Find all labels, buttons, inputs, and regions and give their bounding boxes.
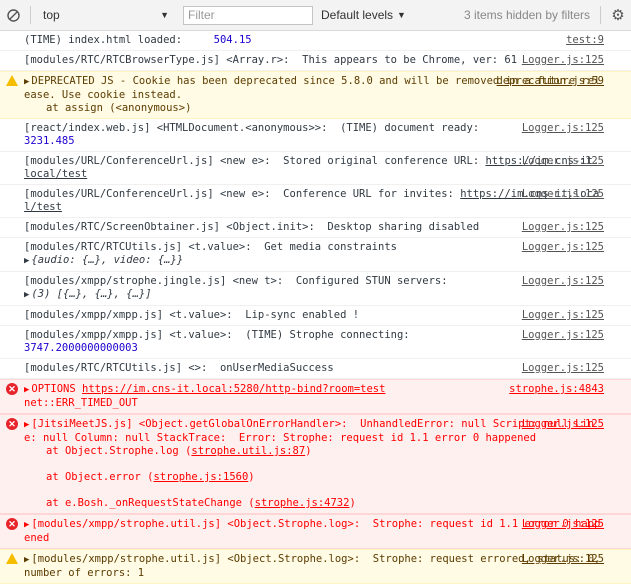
message-text: [modules/xmpp/xmpp.js] <t.value>: (TIME)… bbox=[24, 329, 410, 341]
source-link[interactable]: Logger.js:125 bbox=[522, 329, 604, 342]
levels-label: Default levels bbox=[321, 8, 394, 22]
toolbar-divider bbox=[30, 6, 31, 24]
message-text: [modules/xmpp/strophe.util.js] <Object.S… bbox=[24, 553, 607, 579]
context-label: top bbox=[43, 8, 60, 22]
console-error: ✕ ▶ [modules/xmpp/strophe.util.js] <Objec… bbox=[0, 514, 631, 549]
console-messages: (TIME) index.html loaded: 504.15 test:9 … bbox=[0, 31, 631, 584]
console-message: [modules/URL/ConferenceUrl.js] <new e>: … bbox=[0, 185, 631, 218]
source-link[interactable]: Logger.js:125 bbox=[522, 418, 604, 431]
warning-icon bbox=[6, 553, 18, 564]
source-link[interactable]: Logger.js:125 bbox=[522, 275, 604, 288]
message-text: OPTIONS bbox=[31, 383, 76, 395]
message-url[interactable]: https://im.cns-it.local:5280/http-bind?r… bbox=[82, 383, 385, 395]
message-text: [modules/RTC/RTCUtils.js] <>: onUserMedi… bbox=[24, 362, 334, 374]
message-text: (TIME) index.html loaded: bbox=[24, 34, 183, 46]
message-text: [JitsiMeetJS.js] <Object.getGlobalOnErro… bbox=[24, 418, 595, 444]
message-text: [modules/xmpp/xmpp.js] <t.value>: Lip-sy… bbox=[24, 309, 360, 321]
filter-input[interactable]: Filter bbox=[183, 5, 313, 25]
message-text: [modules/URL/ConferenceUrl.js] <new e>: … bbox=[24, 188, 454, 200]
source-link[interactable]: Logger.js:125 bbox=[522, 553, 604, 566]
stack-location-link[interactable]: strophe.js:4732 bbox=[255, 497, 350, 509]
error-icon: ✕ bbox=[6, 418, 18, 430]
expand-arrow-icon[interactable]: ▶ bbox=[24, 256, 29, 266]
hidden-items-count: 3 items hidden by filters bbox=[463, 8, 590, 22]
console-message: [modules/RTC/RTCUtils.js] <t.value>: Get… bbox=[0, 238, 631, 272]
stack-frame: at e.Bosh._onRequestStateChange (strophe… bbox=[46, 497, 356, 509]
dropdown-arrow-icon: ▼ bbox=[397, 10, 406, 20]
object-preview[interactable]: {audio: {…}, video: {…}} bbox=[31, 254, 183, 266]
source-link[interactable]: Logger.js:125 bbox=[522, 241, 604, 254]
expand-arrow-icon[interactable]: ▶ bbox=[24, 420, 29, 430]
source-link[interactable]: deprecation.js:59 bbox=[497, 75, 604, 88]
message-text: [react/index.web.js] <HTMLDocument.<anon… bbox=[24, 122, 480, 134]
object-preview[interactable]: (3) [{…}, {…}, {…}] bbox=[31, 288, 151, 300]
message-text: [modules/RTC/RTCBrowserType.js] <Array.r… bbox=[24, 54, 518, 66]
source-link[interactable]: Logger.js:125 bbox=[522, 221, 604, 234]
gear-icon[interactable]: ⚙ bbox=[605, 6, 631, 24]
warning-icon bbox=[6, 75, 18, 86]
context-selector[interactable]: top ▼ bbox=[35, 5, 175, 25]
source-link[interactable]: Logger.js:125 bbox=[522, 155, 604, 168]
console-message: [modules/RTC/ScreenObtainer.js] <Object.… bbox=[0, 218, 631, 238]
message-text: [modules/RTC/ScreenObtainer.js] <Object.… bbox=[24, 221, 480, 233]
console-message: (TIME) index.html loaded: 504.15 test:9 bbox=[0, 31, 631, 51]
source-link[interactable]: Logger.js:125 bbox=[522, 54, 604, 67]
source-link[interactable]: Logger.js:125 bbox=[522, 122, 604, 135]
clear-console-icon[interactable] bbox=[0, 8, 26, 22]
error-icon: ✕ bbox=[6, 383, 18, 395]
message-text: [modules/xmpp/strophe.jingle.js] <new t>… bbox=[24, 275, 448, 287]
source-link[interactable]: Logger.js:125 bbox=[522, 362, 604, 375]
error-icon: ✕ bbox=[6, 518, 18, 530]
message-text: [modules/URL/ConferenceUrl.js] <new e>: … bbox=[24, 155, 480, 167]
console-toolbar: top ▼ Filter Default levels ▼ 3 items hi… bbox=[0, 0, 631, 31]
console-warning: ▶ DEPRECATED JS - Cookie has been depreca… bbox=[0, 71, 631, 119]
message-text: [modules/RTC/RTCUtils.js] <t.value>: Get… bbox=[24, 241, 397, 253]
toolbar-divider bbox=[600, 6, 601, 24]
dropdown-arrow-icon: ▼ bbox=[160, 10, 169, 20]
message-stack: at assign (<anonymous>) bbox=[46, 102, 192, 114]
message-number: 3747.2000000000003 bbox=[24, 342, 138, 354]
stack-location-link[interactable]: strophe.util.js:87 bbox=[191, 445, 305, 457]
expand-arrow-icon[interactable]: ▶ bbox=[24, 520, 29, 530]
source-link[interactable]: Logger.js:125 bbox=[522, 309, 604, 322]
source-link[interactable]: Logger.js:125 bbox=[522, 518, 604, 531]
source-link[interactable]: strophe.js:4843 bbox=[509, 383, 604, 396]
console-message: [modules/xmpp/xmpp.js] <t.value>: (TIME)… bbox=[0, 326, 631, 359]
expand-arrow-icon[interactable]: ▶ bbox=[24, 555, 29, 565]
message-text: [modules/xmpp/strophe.util.js] <Object.S… bbox=[24, 518, 601, 544]
console-message: [modules/RTC/RTCUtils.js] <>: onUserMedi… bbox=[0, 359, 631, 379]
console-message: [modules/URL/ConferenceUrl.js] <new e>: … bbox=[0, 152, 631, 185]
console-error: ✕ ▶ [JitsiMeetJS.js] <Object.getGlobalOnE… bbox=[0, 414, 631, 514]
console-message: [modules/xmpp/strophe.jingle.js] <new t>… bbox=[0, 272, 631, 306]
console-message: [react/index.web.js] <HTMLDocument.<anon… bbox=[0, 119, 631, 152]
console-message: [modules/RTC/RTCBrowserType.js] <Array.r… bbox=[0, 51, 631, 71]
stack-frame: at Object.error (strophe.js:1560) bbox=[46, 471, 255, 483]
log-levels-dropdown[interactable]: Default levels ▼ bbox=[321, 8, 406, 22]
message-number: 504.15 bbox=[213, 34, 252, 46]
console-message: [modules/xmpp/xmpp.js] <t.value>: Lip-sy… bbox=[0, 306, 631, 326]
stack-frame: at Object.Strophe.log (strophe.util.js:8… bbox=[46, 445, 312, 457]
stack-location-link[interactable]: strophe.js:1560 bbox=[153, 471, 248, 483]
console-error: ✕ ▶ OPTIONS https://im.cns-it.local:5280/… bbox=[0, 379, 631, 414]
source-link[interactable]: Logger.js:125 bbox=[522, 188, 604, 201]
expand-arrow-icon[interactable]: ▶ bbox=[24, 385, 29, 395]
source-link[interactable]: test:9 bbox=[566, 34, 604, 47]
message-number: 3231.485 bbox=[24, 135, 75, 147]
expand-arrow-icon[interactable]: ▶ bbox=[24, 290, 29, 300]
expand-arrow-icon[interactable]: ▶ bbox=[24, 77, 29, 87]
message-error-code: net::ERR_TIMED_OUT bbox=[24, 397, 138, 409]
